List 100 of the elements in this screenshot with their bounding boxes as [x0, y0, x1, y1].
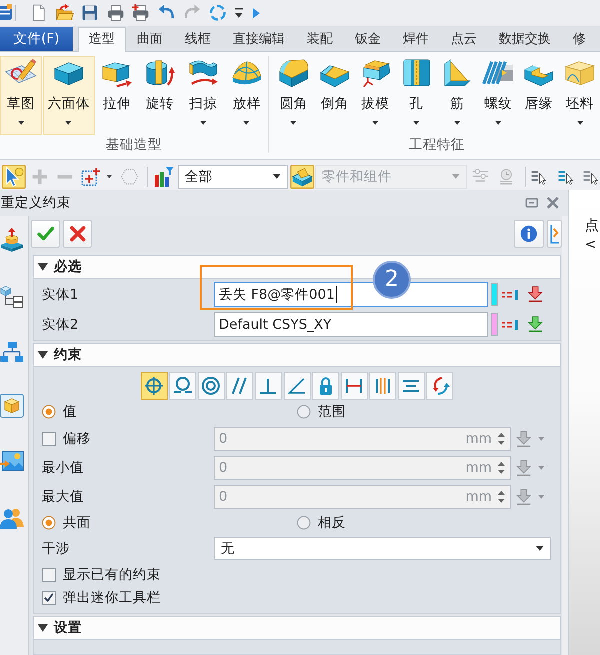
info-button[interactable] [514, 220, 544, 248]
expand-triangle-icon[interactable] [252, 8, 260, 18]
download-arrow-icon[interactable] [528, 316, 543, 333]
link-bar-icon[interactable] [502, 288, 520, 300]
radio-button[interactable] [297, 405, 311, 419]
cube-tile-icon[interactable] [0, 394, 24, 418]
save-icon[interactable] [81, 4, 99, 22]
cube-tree-icon[interactable] [0, 285, 24, 309]
ribbon-button[interactable]: 唇缘 [519, 56, 560, 135]
bar-chart-filter-icon[interactable] [154, 166, 174, 186]
ribbon-tab[interactable]: 直接编辑 [222, 27, 296, 51]
expand-button[interactable] [547, 220, 562, 248]
ribbon-tab[interactable]: 造型 [78, 27, 126, 52]
ribbon-tab[interactable]: 数据交换 [488, 27, 562, 51]
checkbox-label: 弹出迷你工具栏 [63, 588, 161, 606]
ribbon-button[interactable]: 圆角 [274, 56, 314, 135]
ring-arrows-icon[interactable] [208, 4, 226, 22]
caret-icon [413, 121, 420, 125]
list-pointer-icon[interactable] [558, 168, 574, 184]
group-label: 工程特征 [409, 136, 465, 154]
checkbox[interactable] [42, 590, 56, 604]
rounded-block-icon [278, 57, 310, 89]
ribbon-tab[interactable]: 曲面 [126, 27, 174, 51]
app-logo-icon[interactable] [0, 3, 13, 23]
constraint-type-button[interactable] [340, 372, 368, 400]
link-bar-icon[interactable] [502, 318, 520, 330]
customize-caret-icon[interactable] [234, 6, 244, 20]
caret-icon[interactable] [107, 174, 112, 178]
constraint-type-button[interactable] [369, 372, 396, 400]
color-swatch-icon[interactable] [491, 313, 498, 336]
download-arrow-icon[interactable] [528, 286, 543, 303]
box-select-icon[interactable] [81, 166, 101, 186]
download-arrow-icon[interactable] [516, 460, 532, 476]
ribbon-button[interactable]: 拔模 [356, 56, 396, 135]
collapse-triangle-icon[interactable] [38, 262, 48, 272]
radio-button[interactable] [42, 405, 56, 419]
slotted-block-icon [400, 57, 433, 89]
crosshair-icon [144, 376, 164, 396]
field-label: 最大值 [42, 488, 84, 506]
printer-icon[interactable] [106, 4, 124, 22]
part-block-icon[interactable] [290, 164, 315, 188]
ribbon-tab[interactable]: 线框 [174, 27, 222, 51]
ribbon-tab[interactable]: 点云 [440, 27, 488, 51]
ribbon-button[interactable]: 旋转 [138, 56, 182, 135]
color-swatch-icon[interactable] [491, 283, 498, 306]
ribbon-button[interactable]: 坯料 [560, 56, 600, 135]
list-pointer-icon[interactable] [531, 168, 547, 184]
constraint-type-button[interactable] [226, 372, 254, 400]
ribbon-button[interactable]: 孔 [396, 56, 436, 135]
ribbon-tab[interactable]: 修 [562, 27, 597, 51]
restore-icon[interactable] [525, 196, 539, 210]
constraint-type-button[interactable] [140, 372, 168, 400]
printer-plus-icon[interactable] [132, 4, 150, 22]
radio-button[interactable] [297, 516, 311, 530]
ribbon-button[interactable]: 六面体 [43, 56, 95, 135]
file-tab[interactable]: 文件(F) [0, 27, 73, 51]
section-header[interactable]: 约束 [33, 343, 561, 367]
cancel-button[interactable] [63, 220, 92, 248]
stack-arrow-icon[interactable] [0, 228, 24, 252]
ribbon-tab[interactable]: 装配 [296, 27, 344, 51]
constraint-type-button[interactable] [398, 372, 425, 400]
ribbon-button[interactable]: 倒角 [314, 56, 355, 135]
section-title: 设置 [54, 619, 82, 637]
radio-label: 值 [63, 403, 77, 421]
download-arrow-icon[interactable] [516, 430, 532, 448]
ribbon-button[interactable]: 草图 [0, 56, 42, 135]
download-arrow-icon[interactable] [516, 488, 532, 506]
ribbon-tab[interactable]: 钣金 [344, 27, 392, 51]
open-folder-icon[interactable] [56, 4, 74, 22]
radio-button[interactable] [42, 516, 56, 530]
ribbon-tab[interactable]: 焊件 [392, 27, 440, 51]
ribbon-button[interactable]: 拉伸 [96, 56, 138, 135]
side-panel-text: 点 [585, 217, 599, 236]
entity-field[interactable]: Default CSYS_XY [214, 312, 488, 337]
constraint-type-button[interactable] [284, 372, 310, 400]
hierarchy-icon[interactable] [0, 341, 24, 365]
ribbon-button[interactable]: 螺纹 [478, 56, 518, 135]
bracket-arrow-icon [550, 224, 560, 244]
collapse-triangle-icon[interactable] [38, 623, 48, 633]
section-header[interactable]: 设置 [33, 616, 561, 640]
checkbox[interactable] [42, 568, 56, 582]
constraint-type-button[interactable] [312, 372, 340, 400]
pointer-bulb-icon[interactable] [2, 164, 26, 188]
interference-dropdown[interactable]: 无 [214, 537, 551, 560]
constraint-type-button[interactable] [169, 372, 196, 400]
caret-icon [454, 121, 461, 125]
list-pointer-icon[interactable] [583, 168, 599, 184]
constraint-type-button[interactable] [254, 372, 282, 400]
ok-button[interactable] [31, 220, 60, 248]
collapse-triangle-icon[interactable] [38, 350, 48, 360]
field-label: 干涉 [42, 540, 70, 558]
ribbon-button[interactable]: 放样 [226, 56, 268, 135]
new-document-icon[interactable] [30, 4, 48, 22]
users-icon[interactable] [0, 506, 24, 530]
constraint-type-button[interactable] [198, 372, 225, 400]
ribbon-button[interactable]: 扫掠 [182, 56, 225, 135]
constraint-type-button[interactable] [426, 372, 454, 400]
close-icon[interactable] [546, 196, 560, 210]
ribbon-button[interactable]: 筋 [438, 56, 478, 135]
filter-dropdown[interactable]: 全部 [178, 164, 288, 188]
